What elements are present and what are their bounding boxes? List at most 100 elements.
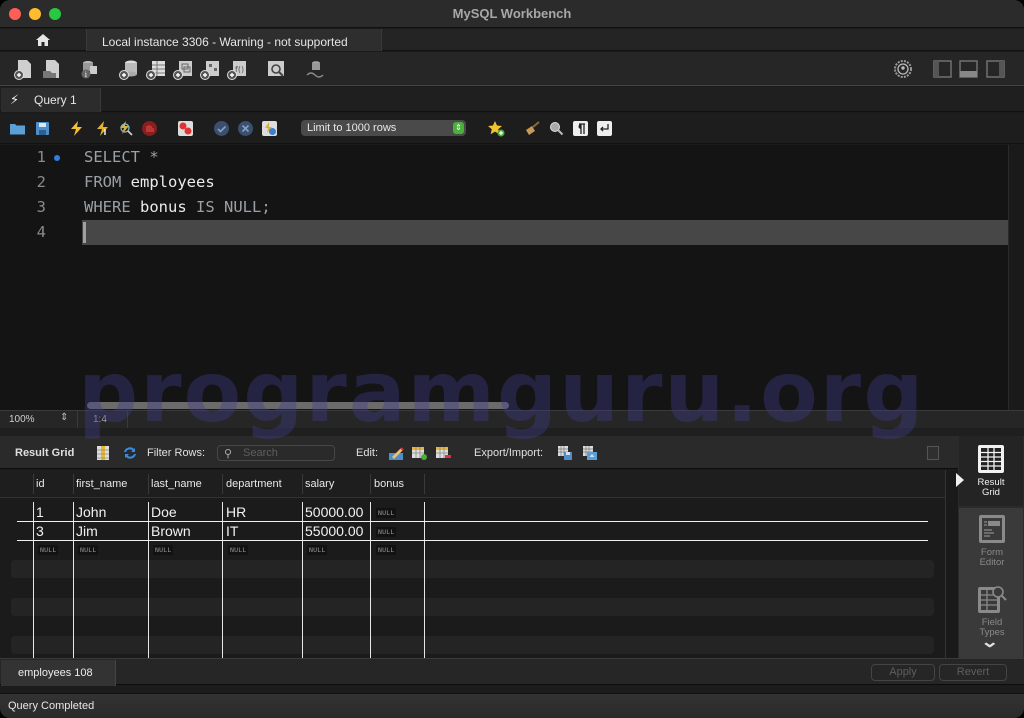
create-function-icon[interactable]: f() — [226, 58, 248, 80]
home-tab[interactable] — [0, 29, 86, 51]
null-value-badge[interactable]: NULL — [38, 545, 59, 555]
cell-first-name[interactable]: Jim — [76, 523, 98, 539]
rollback-icon[interactable] — [237, 120, 254, 137]
cell-id[interactable]: 3 — [36, 523, 44, 539]
code-line: 2 FROM employees — [0, 170, 1008, 195]
null-value-badge[interactable]: NULL — [376, 545, 397, 555]
add-snippet-icon[interactable] — [488, 120, 505, 137]
connection-tab-local-instance[interactable]: Local instance 3306 - Warning - not supp… — [86, 29, 382, 51]
cell-id[interactable]: 1 — [36, 504, 44, 520]
column-divider[interactable] — [33, 474, 34, 494]
create-table-icon[interactable] — [145, 58, 167, 80]
cell-department[interactable]: IT — [226, 523, 238, 539]
tab-query-1[interactable]: ⚡︎ Query 1 — [1, 88, 101, 112]
column-divider[interactable] — [424, 474, 425, 494]
export-import-label: Export/Import: — [474, 447, 544, 459]
editor-results-splitter[interactable] — [0, 428, 1024, 436]
new-sql-tab-icon[interactable] — [12, 58, 34, 80]
null-value-badge[interactable]: NULL — [376, 527, 397, 537]
save-icon[interactable] — [34, 120, 51, 137]
open-file-icon[interactable] — [9, 120, 26, 137]
column-header-last-name[interactable]: last_name — [151, 478, 202, 490]
null-value-badge[interactable]: NULL — [153, 545, 174, 555]
open-sql-script-icon[interactable] — [40, 58, 62, 80]
delete-row-icon[interactable] — [435, 445, 451, 461]
column-divider[interactable] — [302, 474, 303, 494]
execute-icon[interactable] — [68, 120, 85, 137]
column-header-id[interactable]: id — [36, 478, 45, 490]
edit-label: Edit: — [356, 447, 379, 459]
editor-vertical-scrollbar[interactable] — [1008, 145, 1024, 410]
code-line: 1 SELECT * — [0, 145, 1008, 170]
toggle-side-panel-icon[interactable] — [927, 446, 939, 460]
stop-icon[interactable] — [141, 120, 158, 137]
create-procedure-icon[interactable] — [199, 58, 221, 80]
reconnect-icon[interactable] — [304, 58, 326, 80]
result-grid[interactable]: id first_name last_name department salary bon… — [0, 470, 946, 658]
output-splitter[interactable] — [0, 686, 1024, 693]
column-divider[interactable] — [148, 474, 149, 494]
cursor-position: 1:4 — [93, 414, 107, 425]
preferences-gear-icon[interactable] — [892, 58, 914, 80]
column-divider[interactable] — [370, 474, 371, 494]
create-schema-icon[interactable] — [118, 58, 140, 80]
result-tabs-bar: employees 108 Apply Revert — [0, 658, 1024, 686]
toggle-error-continue-icon[interactable] — [177, 120, 194, 137]
filter-rows-search-input[interactable]: ⚲ Search — [217, 445, 335, 461]
chevron-down-icon[interactable]: ⌄ — [980, 632, 999, 652]
autocommit-icon[interactable] — [261, 120, 278, 137]
cell-first-name[interactable]: John — [76, 504, 106, 520]
invisible-chars-icon[interactable] — [572, 120, 589, 137]
word-wrap-icon[interactable] — [596, 120, 613, 137]
column-header-bonus[interactable]: bonus — [374, 478, 404, 490]
find-icon[interactable] — [548, 120, 565, 137]
cell-last-name[interactable]: Brown — [151, 523, 191, 539]
beautify-icon[interactable] — [524, 120, 541, 137]
status-bar: Query Completed — [0, 693, 1024, 718]
column-header-first-name[interactable]: first_name — [76, 478, 127, 490]
add-row-icon[interactable] — [411, 445, 427, 461]
null-value-badge[interactable]: NULL — [228, 545, 249, 555]
cell-department[interactable]: HR — [226, 504, 246, 520]
column-divider[interactable] — [222, 474, 223, 494]
side-item-form-editor[interactable]: Form Editor — [960, 514, 1024, 568]
column-divider[interactable] — [73, 474, 74, 494]
cell-last-name[interactable]: Doe — [151, 504, 177, 520]
result-grid-icon — [978, 445, 1004, 473]
refresh-icon[interactable] — [122, 445, 138, 461]
import-icon[interactable] — [582, 445, 598, 461]
apply-button[interactable]: Apply — [871, 664, 935, 681]
column-header-department[interactable]: department — [226, 478, 282, 490]
grid-vertical-scrollbar[interactable] — [945, 470, 958, 658]
schema-inspector-icon[interactable]: i — [78, 58, 100, 80]
limit-rows-value: Limit to 1000 rows — [307, 122, 397, 134]
toggle-sidebar-icon[interactable] — [932, 58, 954, 80]
cell-salary[interactable]: 50000.00 — [305, 504, 363, 520]
side-item-result-grid[interactable]: Result Grid — [959, 436, 1023, 506]
create-view-icon[interactable] — [172, 58, 194, 80]
edit-row-icon[interactable] — [388, 445, 404, 461]
export-icon[interactable] — [557, 445, 573, 461]
toggle-secondary-sidebar-icon[interactable] — [985, 58, 1007, 80]
null-value-badge[interactable]: NULL — [376, 508, 397, 518]
cell-salary[interactable]: 55000.00 — [305, 523, 363, 539]
revert-button[interactable]: Revert — [939, 664, 1007, 681]
null-value-badge[interactable]: NULL — [307, 545, 328, 555]
null-value-badge[interactable]: NULL — [78, 545, 99, 555]
result-tab-employees[interactable]: employees 108 — [1, 660, 116, 686]
execute-current-icon[interactable] — [94, 120, 111, 137]
column-header-salary[interactable]: salary — [305, 478, 334, 490]
grid-header: id first_name last_name department salary bon… — [0, 470, 946, 498]
toggle-output-icon[interactable] — [958, 58, 980, 80]
editor-horizontal-scrollbar[interactable] — [84, 400, 1008, 410]
scrollbar-thumb[interactable] — [87, 402, 509, 409]
search-table-data-icon[interactable] — [265, 58, 287, 80]
sql-editor[interactable]: 1 SELECT * 2 FROM employees 3 WHERE bonus IS … — [0, 145, 1024, 410]
commit-icon[interactable] — [213, 120, 230, 137]
column-selector-icon[interactable] — [95, 445, 111, 461]
grid-row-line — [17, 521, 928, 522]
side-item-field-types[interactable]: Field Types — [960, 584, 1024, 638]
explain-icon[interactable] — [117, 120, 134, 137]
limit-rows-select[interactable]: Limit to 1000 rows ⇕ — [301, 120, 466, 136]
zoom-stepper-icon[interactable]: ⇕ — [60, 412, 68, 423]
